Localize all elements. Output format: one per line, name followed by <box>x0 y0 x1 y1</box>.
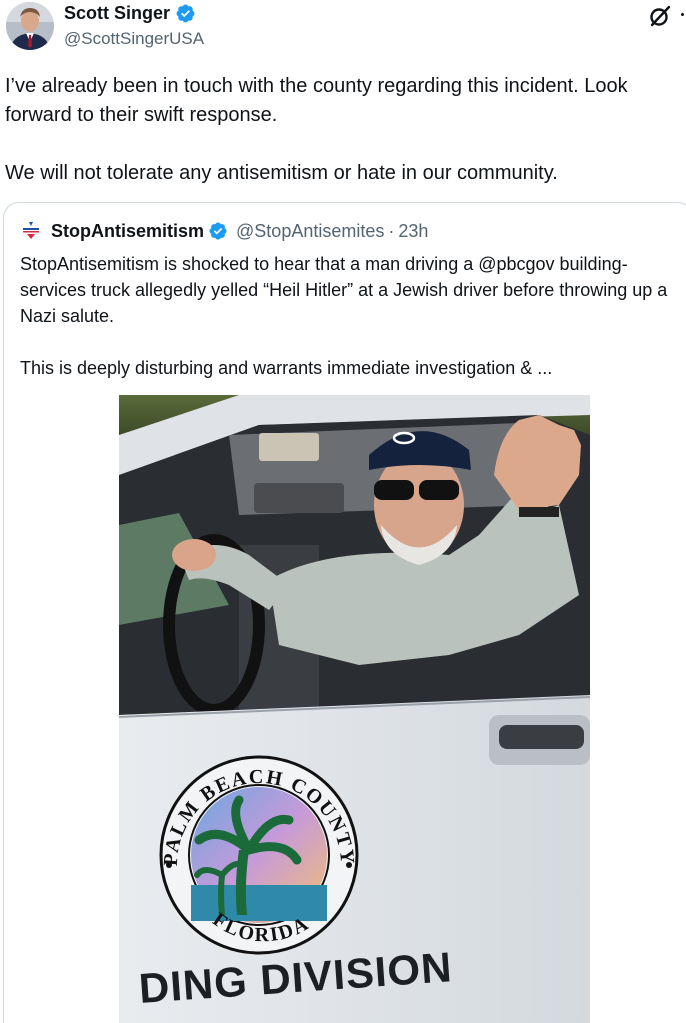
more-options-icon[interactable] <box>681 13 684 16</box>
meta-separator: · <box>388 220 395 241</box>
author-handle[interactable]: @ScottSingerUSA <box>64 29 204 49</box>
quoted-media-image[interactable]: PALM BEACH COUNTY FLORIDA DING DIVISION <box>119 395 590 1023</box>
author-display-name[interactable]: Scott Singer <box>64 3 170 24</box>
author-name-row: Scott Singer <box>64 3 196 24</box>
author-avatar[interactable] <box>6 2 54 50</box>
tweet-paragraph: We will not tolerate any antisemitism or… <box>5 162 558 184</box>
tweet-header: Scott Singer @ScottSingerUSA <box>0 0 686 60</box>
stopantisemitism-logo-icon[interactable] <box>20 220 42 242</box>
verified-badge-icon <box>209 222 227 240</box>
grok-slash-circle-icon[interactable] <box>648 4 672 28</box>
verified-badge-icon <box>176 4 195 23</box>
quoted-handle[interactable]: @StopAntisemites <box>236 221 384 242</box>
quoted-timestamp[interactable]: 23h <box>398 221 428 242</box>
tweet-text: I’ve already been in touch with the coun… <box>5 72 681 188</box>
quoted-display-name[interactable]: StopAntisemitism <box>51 221 204 242</box>
quoted-tweet-header: StopAntisemitism @StopAntisemites · 23h <box>20 219 428 243</box>
quoted-tweet-text: StopAntisemitism is shocked to hear that… <box>20 251 680 381</box>
quoted-paragraph: StopAntisemitism is shocked to hear that… <box>20 254 668 326</box>
tweet-paragraph: I’ve already been in touch with the coun… <box>5 75 628 126</box>
quoted-paragraph: This is deeply disturbing and warrants i… <box>20 358 553 378</box>
quoted-tweet-card[interactable]: StopAntisemitism @StopAntisemites · 23h … <box>3 202 686 1023</box>
